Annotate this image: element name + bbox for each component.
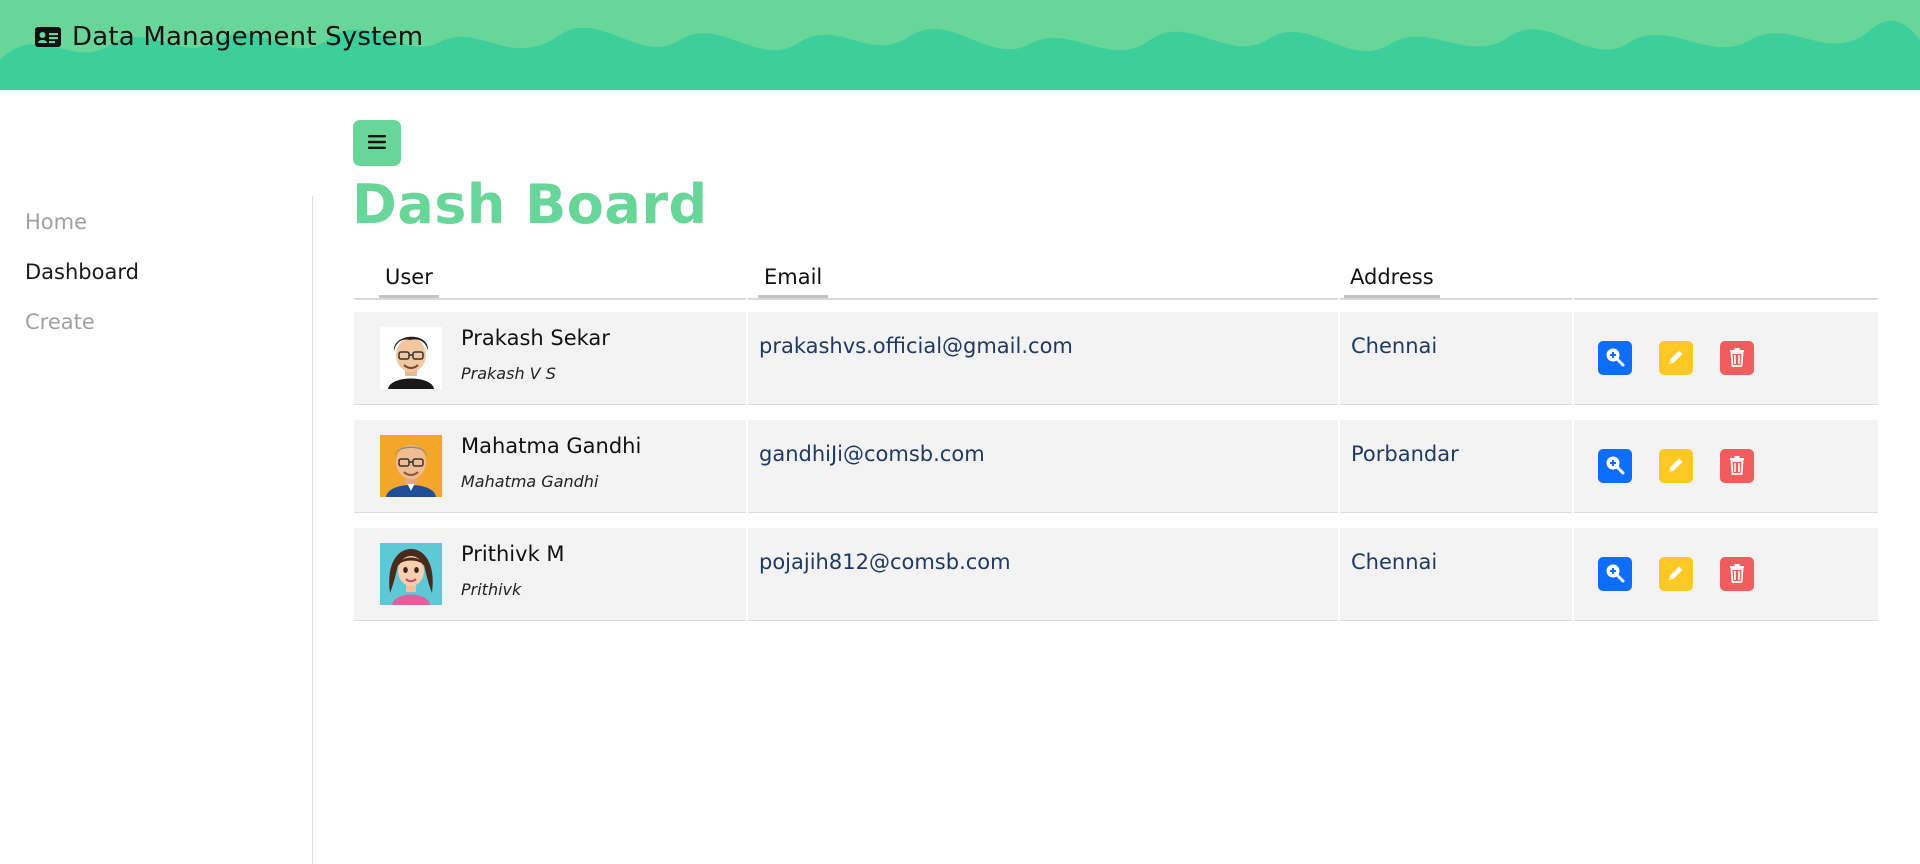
table-row[interactable]: Prithivk M Prithivk pojajih812@comsb.com… xyxy=(354,528,1878,621)
user-handle: Prakash V S xyxy=(461,364,556,383)
edit-button[interactable] xyxy=(1659,557,1693,591)
cell-separator xyxy=(746,420,748,513)
cell-separator xyxy=(1338,312,1340,405)
column-header-address[interactable]: Address xyxy=(1340,256,1572,300)
view-button[interactable] xyxy=(1598,341,1632,375)
user-name: Mahatma Gandhi xyxy=(461,434,642,458)
delete-button[interactable] xyxy=(1720,341,1754,375)
sidebar-item-dashboard[interactable]: Dashboard xyxy=(0,247,312,297)
trash-icon xyxy=(1728,455,1746,478)
avatar xyxy=(380,435,442,497)
user-handle: Prithivk xyxy=(461,580,522,599)
user-email: gandhiJi@comsb.com xyxy=(759,442,985,466)
table-header: User Email Address xyxy=(354,256,1878,300)
trash-icon xyxy=(1728,563,1746,586)
column-header-user-label: User xyxy=(379,259,439,298)
menu-toggle-button[interactable] xyxy=(353,120,401,166)
cell-separator xyxy=(1572,420,1574,513)
column-header-address-label: Address xyxy=(1344,259,1440,298)
zoom-in-icon xyxy=(1604,454,1626,479)
sidebar-item-create[interactable]: Create xyxy=(0,297,312,347)
users-table: User Email Address Prakash Sekar Prakash… xyxy=(354,256,1878,621)
column-header-email-label: Email xyxy=(758,259,829,298)
app-brand[interactable]: Data Management System xyxy=(34,20,423,54)
pencil-icon xyxy=(1666,347,1686,370)
column-header-email[interactable]: Email xyxy=(748,256,1338,300)
user-address: Porbandar xyxy=(1351,442,1459,466)
avatar xyxy=(380,327,442,389)
user-email: pojajih812@comsb.com xyxy=(759,550,1011,574)
page-title: Dash Board xyxy=(352,173,708,236)
trash-icon xyxy=(1728,347,1746,370)
delete-button[interactable] xyxy=(1720,449,1754,483)
zoom-in-icon xyxy=(1604,346,1626,371)
cell-separator xyxy=(1572,312,1574,405)
user-name: Prakash Sekar xyxy=(461,326,610,350)
table-row[interactable]: Prakash Sekar Prakash V S prakashvs.offi… xyxy=(354,312,1878,405)
cell-separator xyxy=(1338,420,1340,513)
column-header-user[interactable]: User xyxy=(354,256,746,300)
sidebar-nav: Home Dashboard Create xyxy=(0,197,312,347)
pencil-icon xyxy=(1666,455,1686,478)
user-email: prakashvs.official@gmail.com xyxy=(759,334,1073,358)
top-header: Data Management System xyxy=(0,0,1920,90)
cell-separator xyxy=(1338,528,1340,621)
sidebar-divider xyxy=(312,196,313,864)
view-button[interactable] xyxy=(1598,557,1632,591)
hamburger-icon xyxy=(368,134,386,153)
zoom-in-icon xyxy=(1604,562,1626,587)
user-name: Prithivk M xyxy=(461,542,565,566)
user-address: Chennai xyxy=(1351,550,1438,574)
cell-separator xyxy=(746,528,748,621)
view-button[interactable] xyxy=(1598,449,1632,483)
column-header-actions xyxy=(1574,256,1878,300)
app-title: Data Management System xyxy=(72,22,424,52)
cell-separator xyxy=(1572,528,1574,621)
table-row[interactable]: Mahatma Gandhi Mahatma Gandhi gandhiJi@c… xyxy=(354,420,1878,513)
edit-button[interactable] xyxy=(1659,341,1693,375)
avatar xyxy=(380,543,442,605)
id-card-icon xyxy=(34,26,62,48)
cell-separator xyxy=(746,312,748,405)
edit-button[interactable] xyxy=(1659,449,1693,483)
pencil-icon xyxy=(1666,563,1686,586)
delete-button[interactable] xyxy=(1720,557,1754,591)
user-address: Chennai xyxy=(1351,334,1438,358)
sidebar-item-home[interactable]: Home xyxy=(0,197,312,247)
user-handle: Mahatma Gandhi xyxy=(461,472,599,491)
